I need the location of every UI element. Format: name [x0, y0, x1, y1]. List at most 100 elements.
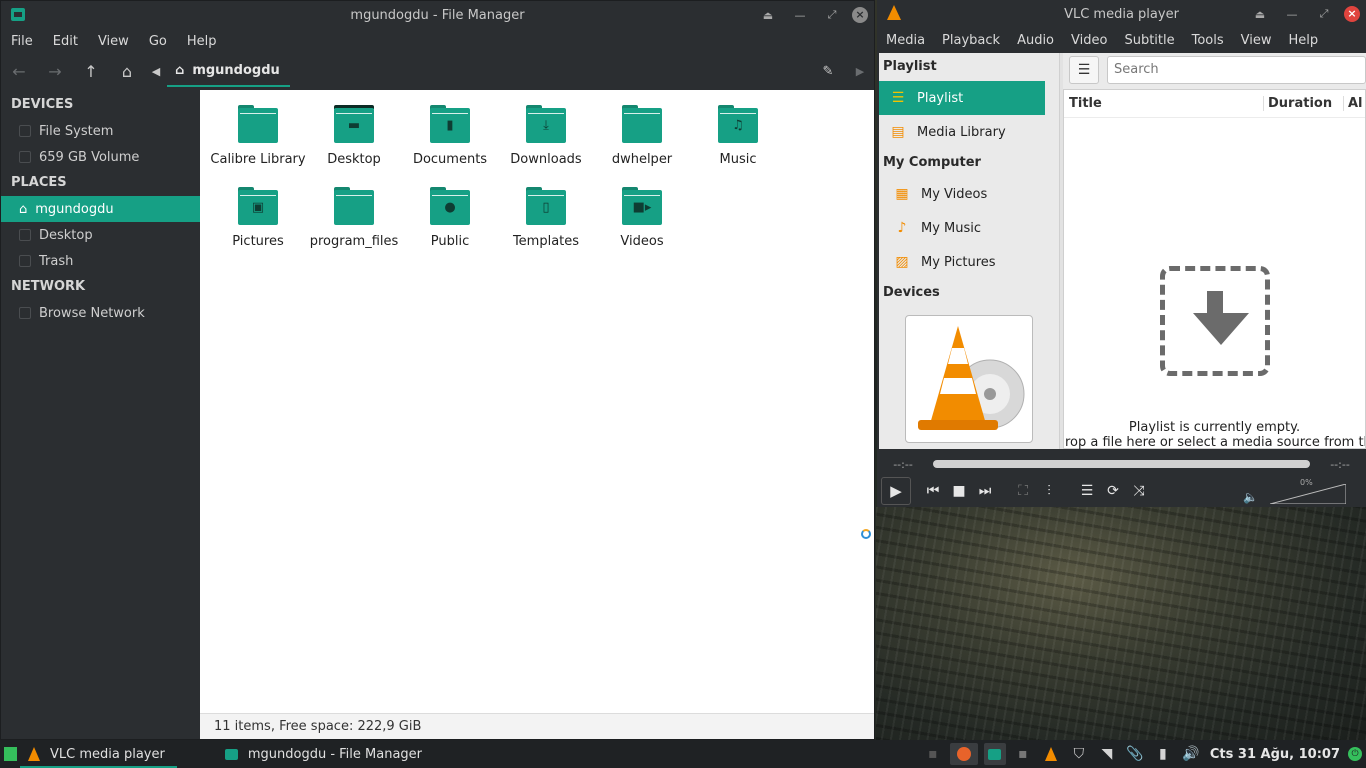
- menu-audio[interactable]: Audio: [1008, 33, 1062, 48]
- playlist-table[interactable]: Title Duration Al Playlist is currently …: [1063, 89, 1366, 450]
- minimize-button[interactable]: —: [1280, 4, 1304, 24]
- workspace-2-icon[interactable]: ▪: [1012, 743, 1034, 765]
- volume-icon[interactable]: 🔊: [1180, 743, 1202, 765]
- folder-label: Videos: [620, 234, 664, 249]
- list-view-icon[interactable]: ☰: [1069, 56, 1099, 84]
- taskbar-item-label: mgundogdu - File Manager: [247, 746, 423, 762]
- taskbar-item-vlc[interactable]: VLC media player: [20, 740, 177, 768]
- sidebar-item-browse-network[interactable]: Browse Network: [1, 300, 200, 326]
- fullscreen-button[interactable]: ⛶: [1011, 479, 1035, 503]
- sidebar-item-home[interactable]: ⌂ mgundogdu: [1, 196, 200, 222]
- maximize-button[interactable]: ⤢: [1312, 4, 1336, 24]
- menu-view[interactable]: View: [1232, 33, 1280, 48]
- folder-item-desktop[interactable]: ▬ Desktop: [306, 102, 402, 184]
- folder-item-documents[interactable]: ▮ Documents: [402, 102, 498, 184]
- folder-item-dwhelper[interactable]: dwhelper: [594, 102, 690, 184]
- menu-media[interactable]: Media: [877, 33, 933, 48]
- menu-file[interactable]: File: [1, 34, 43, 49]
- folder-item-downloads[interactable]: ⤓ Downloads: [498, 102, 594, 184]
- menu-help[interactable]: Help: [1280, 33, 1327, 48]
- previous-button[interactable]: ⏮: [921, 479, 945, 503]
- close-button[interactable]: ×: [1344, 6, 1360, 22]
- folder-item-templates[interactable]: ▯ Templates: [498, 184, 594, 266]
- pictures-folder-icon: ▣: [238, 187, 278, 225]
- path-left-arrow-icon[interactable]: ◀: [145, 57, 167, 87]
- up-button[interactable]: ↑: [73, 57, 109, 87]
- fm-titlebar[interactable]: mgundogdu - File Manager ⏏ — ⤢ ×: [1, 1, 874, 29]
- sidebar-item-volume[interactable]: 659 GB Volume: [1, 144, 200, 170]
- seek-slider[interactable]: [933, 460, 1310, 468]
- menu-playback[interactable]: Playback: [933, 33, 1008, 48]
- start-menu-button[interactable]: [0, 740, 20, 768]
- firefox-icon[interactable]: [949, 743, 978, 765]
- stop-button[interactable]: ■: [947, 479, 971, 503]
- menu-help[interactable]: Help: [177, 34, 227, 49]
- vlc-search-input[interactable]: Search: [1107, 56, 1366, 84]
- column-title[interactable]: Title: [1064, 96, 1264, 111]
- folder-label: Desktop: [327, 152, 381, 167]
- column-duration[interactable]: Duration: [1264, 96, 1344, 111]
- speaker-icon[interactable]: 🔈: [1243, 490, 1258, 504]
- battery-icon[interactable]: ▮: [1152, 743, 1174, 765]
- vlc-side-item-my-pictures[interactable]: ▨ My Pictures: [879, 245, 1059, 279]
- menu-view[interactable]: View: [88, 34, 139, 49]
- paperclip-icon[interactable]: 📎: [1124, 743, 1146, 765]
- minimize-button[interactable]: —: [788, 5, 812, 25]
- documents-folder-icon: ▮: [430, 105, 470, 143]
- folder-item-calibre-library[interactable]: Calibre Library: [210, 102, 306, 184]
- volume-slider[interactable]: 0%: [1270, 478, 1346, 504]
- maximize-button[interactable]: ⤢: [820, 5, 844, 25]
- play-button[interactable]: ▶: [881, 477, 911, 505]
- folder-item-public[interactable]: ● Public: [402, 184, 498, 266]
- path-bar-button[interactable]: ⌂ mgundogdu: [167, 57, 290, 87]
- vlc-side-item-my-music[interactable]: ♪ My Music: [879, 211, 1059, 245]
- menu-tools[interactable]: Tools: [1183, 33, 1232, 48]
- edit-path-pencil-icon[interactable]: ✎: [810, 57, 846, 87]
- file-manager-icon: [224, 748, 238, 760]
- home-icon: ⌂: [19, 201, 28, 217]
- folder-item-pictures[interactable]: ▣ Pictures: [210, 184, 306, 266]
- total-time: --:--: [1330, 457, 1350, 471]
- folder-item-music[interactable]: ♫ Music: [690, 102, 786, 184]
- file-manager-icon[interactable]: [983, 743, 1006, 765]
- vlc-side-item-playlist[interactable]: ☰ Playlist: [879, 81, 1045, 115]
- menu-edit[interactable]: Edit: [43, 34, 88, 49]
- extended-settings-button[interactable]: ⫶: [1037, 479, 1061, 503]
- menu-go[interactable]: Go: [139, 34, 177, 49]
- clock[interactable]: Cts 31 Ağu, 10:07: [1208, 747, 1342, 762]
- loop-button[interactable]: ⟳: [1101, 479, 1125, 503]
- folder-label: Downloads: [510, 152, 582, 167]
- wifi-icon[interactable]: ◥: [1096, 743, 1118, 765]
- file-manager-window: mgundogdu - File Manager ⏏ — ⤢ × File Ed…: [0, 0, 875, 740]
- manjaro-logo-icon: [3, 747, 17, 761]
- forward-button[interactable]: →: [37, 57, 73, 87]
- public-folder-icon: ●: [430, 187, 470, 225]
- menu-subtitle[interactable]: Subtitle: [1115, 33, 1182, 48]
- sidebar-item-desktop[interactable]: Desktop: [1, 222, 200, 248]
- shield-icon[interactable]: ⛉: [1068, 743, 1090, 765]
- menu-video[interactable]: Video: [1062, 33, 1115, 48]
- vlc-tray-icon[interactable]: [1040, 743, 1062, 765]
- sidebar-item-file-system[interactable]: File System: [1, 118, 200, 144]
- vlc-side-item-media-library[interactable]: ▤ Media Library: [879, 115, 1059, 149]
- power-icon[interactable]: ⏻: [1348, 747, 1362, 761]
- path-right-arrow-icon[interactable]: ▶: [846, 57, 874, 87]
- vlc-titlebar[interactable]: VLC media player ⏏ — ⤢ ×: [877, 0, 1366, 28]
- folder-item-videos[interactable]: ■▸ Videos: [594, 184, 690, 266]
- next-button[interactable]: ⏭: [973, 479, 997, 503]
- shade-button[interactable]: ⏏: [756, 5, 780, 25]
- shuffle-button[interactable]: ⤨: [1127, 479, 1151, 503]
- file-view[interactable]: Calibre Library ▬ Desktop ▮ Documents ⤓ …: [200, 90, 874, 739]
- close-button[interactable]: ×: [852, 7, 868, 23]
- sidebar-item-trash[interactable]: Trash: [1, 248, 200, 274]
- folder-item-program-files[interactable]: program_files: [306, 184, 402, 266]
- taskbar-item-file-manager[interactable]: mgundogdu - File Manager: [217, 740, 434, 768]
- workspace-1-icon[interactable]: ▪: [922, 743, 944, 765]
- folder-label: program_files: [309, 234, 399, 249]
- column-album[interactable]: Al: [1344, 96, 1363, 111]
- back-button[interactable]: ←: [1, 57, 37, 87]
- home-button[interactable]: ⌂: [109, 57, 145, 87]
- toggle-playlist-button[interactable]: ☰: [1075, 479, 1099, 503]
- shade-button[interactable]: ⏏: [1248, 4, 1272, 24]
- vlc-side-item-my-videos[interactable]: ▦ My Videos: [879, 177, 1059, 211]
